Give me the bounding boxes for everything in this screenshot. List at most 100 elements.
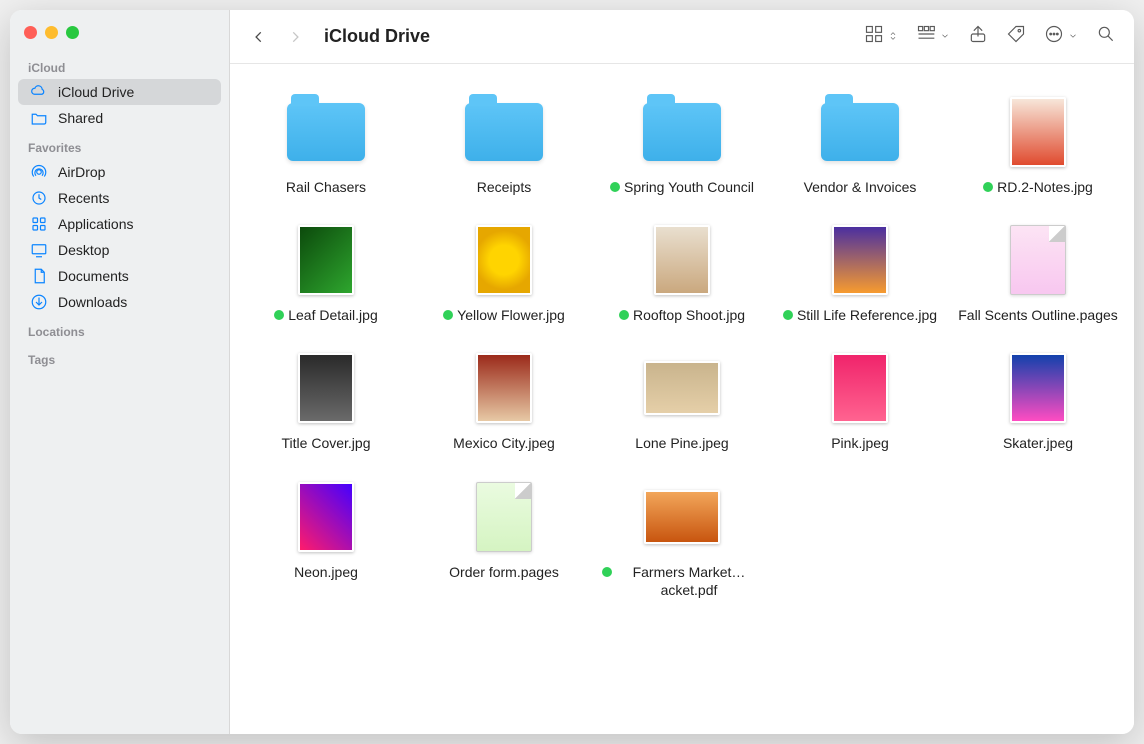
finder-window: iCloudiCloud DriveSharedFavoritesAirDrop…	[10, 10, 1134, 734]
file-item[interactable]: Farmers Market…acket.pdf	[597, 477, 767, 599]
grid-icon	[864, 24, 884, 49]
group-icon	[916, 24, 936, 49]
file-label: Title Cover.jpg	[282, 434, 371, 452]
sidebar-item-icloud-drive[interactable]: iCloud Drive	[18, 79, 221, 105]
share-button[interactable]	[968, 24, 988, 49]
file-item[interactable]: Neon.jpeg	[241, 477, 411, 599]
file-label: Yellow Flower.jpg	[457, 306, 565, 324]
tag-dot-icon	[783, 310, 793, 320]
sidebar-section-label: Tags	[10, 343, 229, 371]
file-thumbnail	[642, 477, 722, 557]
file-thumbnail	[464, 220, 544, 300]
sidebar-item-recents[interactable]: Recents	[18, 185, 221, 211]
tag-dot-icon	[619, 310, 629, 320]
file-item[interactable]: RD.2-Notes.jpg	[953, 92, 1123, 196]
folder-item[interactable]: Receipts	[419, 92, 589, 196]
sidebar-item-shared[interactable]: Shared	[18, 105, 221, 131]
file-grid: Rail Chasers Receipts Spring Youth Council…	[240, 92, 1124, 599]
toolbar-right	[864, 24, 1116, 49]
folder-icon	[642, 92, 722, 172]
sidebar-item-label: AirDrop	[58, 164, 105, 180]
apps-icon	[30, 215, 48, 233]
file-label: Fall Scents Outline.pages	[958, 306, 1118, 324]
file-label: Still Life Reference.jpg	[797, 306, 937, 324]
file-label: Rail Chasers	[286, 178, 366, 196]
search-icon	[1096, 24, 1116, 49]
zoom-window-button[interactable]	[66, 26, 79, 39]
file-thumbnail	[286, 348, 366, 428]
cloud-icon	[30, 83, 48, 101]
file-thumbnail	[286, 220, 366, 300]
tag-dot-icon	[610, 182, 620, 192]
folder-icon	[286, 92, 366, 172]
folder-shared-icon	[30, 109, 48, 127]
folder-item[interactable]: Rail Chasers	[241, 92, 411, 196]
sidebar-item-label: Downloads	[58, 294, 127, 310]
ellipsis-circle-icon	[1044, 24, 1064, 49]
sidebar: iCloudiCloud DriveSharedFavoritesAirDrop…	[10, 10, 230, 734]
file-label: Skater.jpeg	[1003, 434, 1073, 452]
window-controls	[10, 22, 229, 51]
minimize-window-button[interactable]	[45, 26, 58, 39]
tags-button[interactable]	[1006, 24, 1026, 49]
file-thumbnail	[998, 220, 1078, 300]
tag-dot-icon	[983, 182, 993, 192]
chevron-down-icon	[1068, 28, 1078, 46]
sidebar-item-applications[interactable]: Applications	[18, 211, 221, 237]
share-icon	[968, 24, 988, 49]
file-item[interactable]: Order form.pages	[419, 477, 589, 599]
folder-item[interactable]: Spring Youth Council	[597, 92, 767, 196]
file-label: RD.2-Notes.jpg	[997, 178, 1093, 196]
file-label: Rooftop Shoot.jpg	[633, 306, 745, 324]
file-item[interactable]: Yellow Flower.jpg	[419, 220, 589, 324]
file-item[interactable]: Still Life Reference.jpg	[775, 220, 945, 324]
file-item[interactable]: Leaf Detail.jpg	[241, 220, 411, 324]
file-thumbnail	[642, 220, 722, 300]
file-thumbnail	[998, 92, 1078, 172]
group-by-button[interactable]	[916, 24, 950, 49]
sidebar-item-label: Shared	[58, 110, 103, 126]
file-label: Pink.jpeg	[831, 434, 889, 452]
view-mode-button[interactable]	[864, 24, 898, 49]
sidebar-item-airdrop[interactable]: AirDrop	[18, 159, 221, 185]
file-label: Lone Pine.jpeg	[635, 434, 728, 452]
back-button[interactable]	[248, 26, 270, 48]
close-window-button[interactable]	[24, 26, 37, 39]
forward-button[interactable]	[284, 26, 306, 48]
location-title: iCloud Drive	[324, 26, 430, 47]
airdrop-icon	[30, 163, 48, 181]
file-label: Leaf Detail.jpg	[288, 306, 378, 324]
sidebar-item-downloads[interactable]: Downloads	[18, 289, 221, 315]
file-item[interactable]: Pink.jpeg	[775, 348, 945, 452]
folder-item[interactable]: Vendor & Invoices	[775, 92, 945, 196]
file-item[interactable]: Skater.jpeg	[953, 348, 1123, 452]
tag-dot-icon	[274, 310, 284, 320]
file-item[interactable]: Mexico City.jpeg	[419, 348, 589, 452]
tag-icon	[1006, 24, 1026, 49]
sidebar-item-desktop[interactable]: Desktop	[18, 237, 221, 263]
file-label: Spring Youth Council	[624, 178, 754, 196]
sidebar-item-label: Documents	[58, 268, 129, 284]
sidebar-item-documents[interactable]: Documents	[18, 263, 221, 289]
sidebar-section-label: Favorites	[10, 131, 229, 159]
file-content[interactable]: Rail Chasers Receipts Spring Youth Council…	[230, 64, 1134, 734]
file-label: Receipts	[477, 178, 531, 196]
file-item[interactable]: Fall Scents Outline.pages	[953, 220, 1123, 324]
file-thumbnail	[286, 477, 366, 557]
file-item[interactable]: Lone Pine.jpeg	[597, 348, 767, 452]
documents-icon	[30, 267, 48, 285]
sidebar-section-label: Locations	[10, 315, 229, 343]
file-item[interactable]: Title Cover.jpg	[241, 348, 411, 452]
file-item[interactable]: Rooftop Shoot.jpg	[597, 220, 767, 324]
file-thumbnail	[642, 348, 722, 428]
desktop-icon	[30, 241, 48, 259]
sidebar-item-label: Applications	[58, 216, 134, 232]
file-label: Mexico City.jpeg	[453, 434, 555, 452]
file-label: Farmers Market…acket.pdf	[616, 563, 762, 599]
toolbar: iCloud Drive	[230, 10, 1134, 64]
sidebar-item-label: Recents	[58, 190, 109, 206]
search-button[interactable]	[1096, 24, 1116, 49]
more-actions-button[interactable]	[1044, 24, 1078, 49]
file-thumbnail	[464, 348, 544, 428]
file-label: Neon.jpeg	[294, 563, 358, 581]
